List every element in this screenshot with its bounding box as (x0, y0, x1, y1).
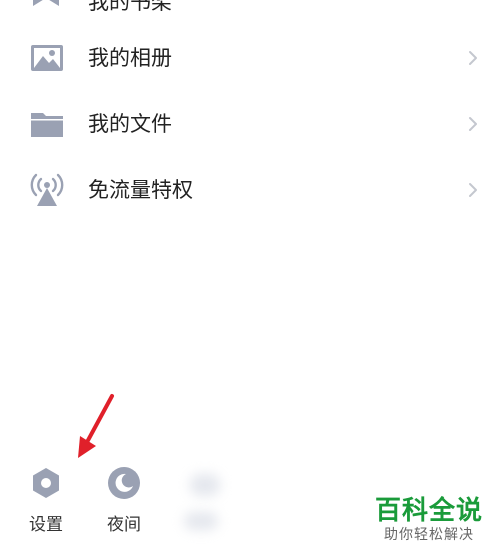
bookmark-icon (31, 0, 61, 12)
menu-item-label: 我的相册 (88, 46, 172, 70)
settings-button[interactable]: 设置 (15, 464, 75, 539)
watermark-title: 百科全说 (374, 496, 483, 526)
menu-item-label: 我的书架 (88, 0, 172, 14)
chevron-right-icon (468, 116, 478, 132)
image-icon (30, 41, 64, 75)
chevron-right-icon (468, 182, 478, 198)
annotation-arrow (78, 394, 114, 458)
chevron-right-icon (468, 50, 478, 66)
watermark-logo: 百科全说 助你轻松解决 (370, 496, 488, 544)
menu-item-free-data[interactable]: 免流量特权 (0, 160, 500, 220)
blurred-region (152, 452, 262, 547)
menu-item-label: 免流量特权 (88, 178, 193, 202)
folder-icon (30, 107, 64, 141)
watermark-subtitle: 助你轻松解决 (384, 527, 474, 543)
moon-icon (107, 466, 141, 500)
settings-label: 设置 (29, 515, 63, 535)
gear-icon (29, 466, 63, 500)
menu-item-label: 我的文件 (88, 112, 172, 136)
menu-item-files[interactable]: 我的文件 (0, 94, 500, 154)
menu-item-partial[interactable]: 我的书架 (0, 0, 500, 20)
menu-item-album[interactable]: 我的相册 (0, 28, 500, 88)
night-label: 夜间 (107, 515, 141, 535)
night-mode-button[interactable]: 夜间 (93, 464, 153, 539)
signal-tower-icon (30, 173, 64, 207)
